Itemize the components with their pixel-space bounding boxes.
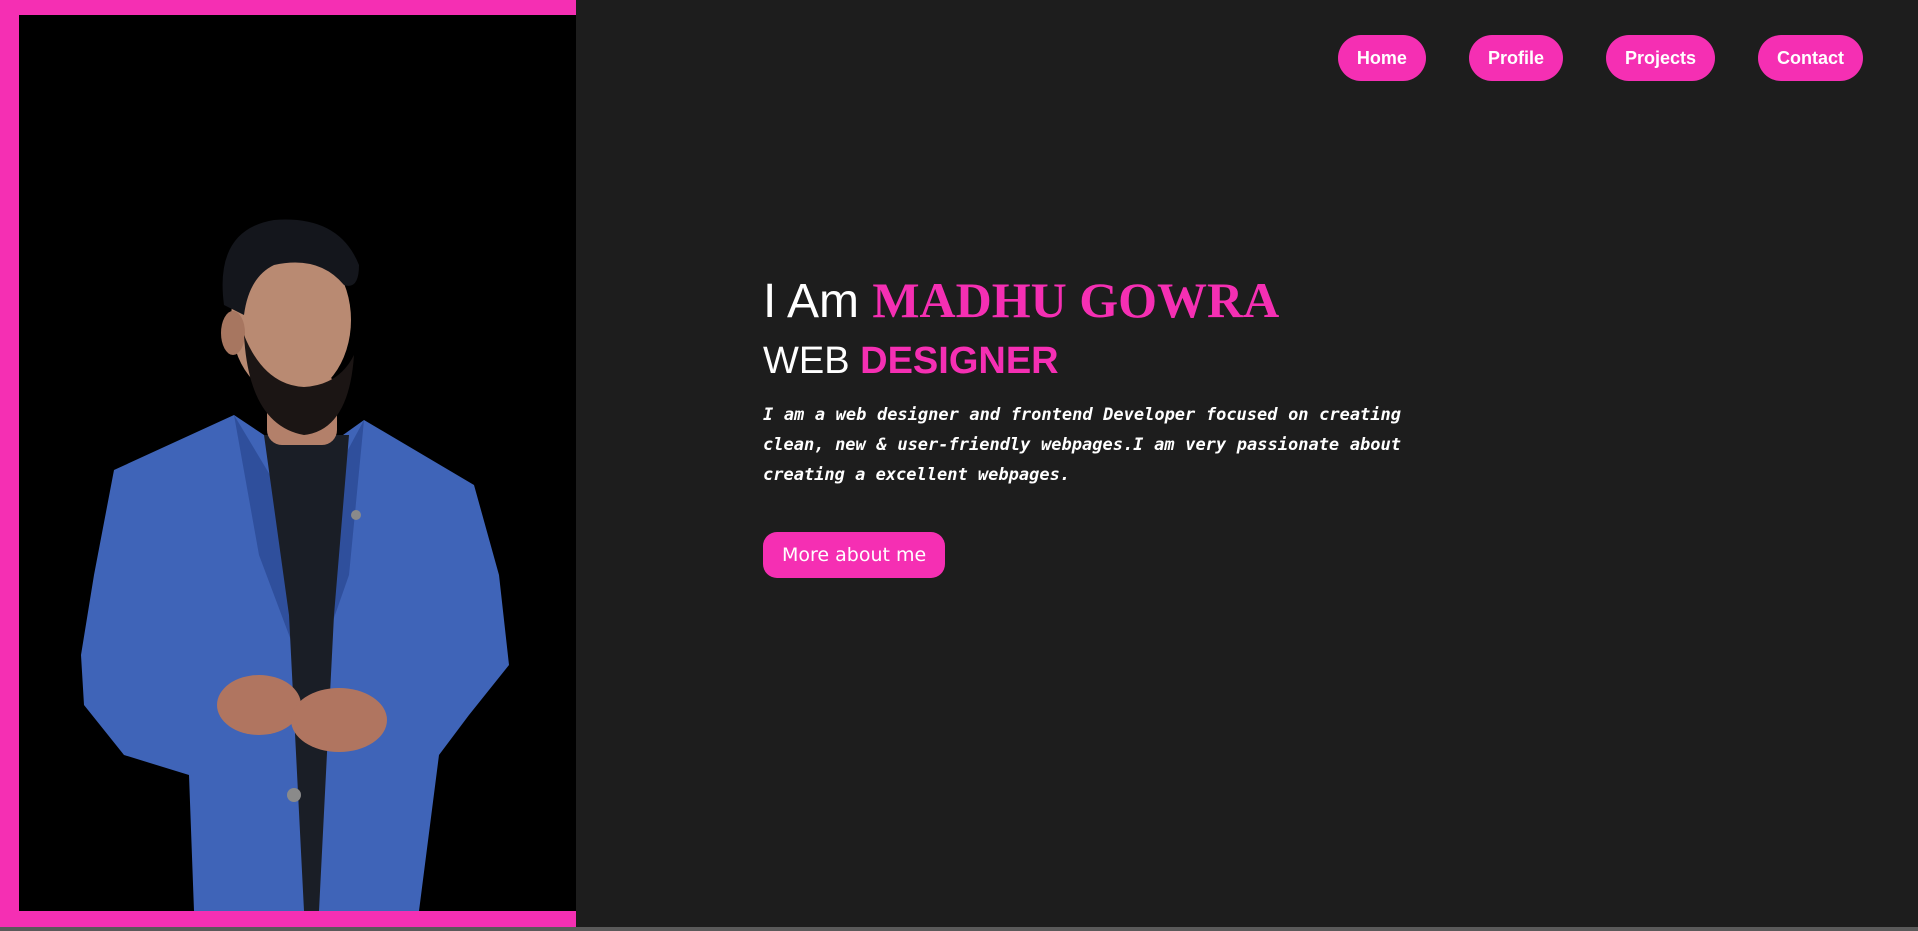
- hero-name: MADHU GOWRA: [872, 272, 1280, 328]
- hero-bio: I am a web designer and frontend Develop…: [763, 405, 1401, 485]
- hero-role: WEB DESIGNER: [763, 338, 1403, 384]
- bottom-divider: [0, 927, 1918, 931]
- nav-profile-button[interactable]: Profile: [1468, 35, 1563, 81]
- hero-section: I Am MADHU GOWRA WEB DESIGNER I am a web…: [763, 270, 1403, 578]
- profile-photo: [19, 15, 576, 911]
- main-nav: Home Profile Projects Contact: [1337, 35, 1863, 81]
- nav-home-button[interactable]: Home: [1337, 35, 1426, 81]
- nav-contact-button[interactable]: Contact: [1758, 35, 1863, 81]
- more-about-me-button[interactable]: More about me: [763, 532, 946, 578]
- greeting-prefix: I Am: [763, 275, 873, 328]
- role-accent: DESIGNER: [860, 340, 1059, 382]
- portrait-illustration: [81, 219, 509, 911]
- profile-photo-frame: [0, 0, 576, 927]
- role-prefix: WEB: [763, 340, 861, 382]
- hero-greeting: I Am MADHU GOWRA: [763, 270, 1403, 332]
- nav-projects-button[interactable]: Projects: [1605, 35, 1715, 81]
